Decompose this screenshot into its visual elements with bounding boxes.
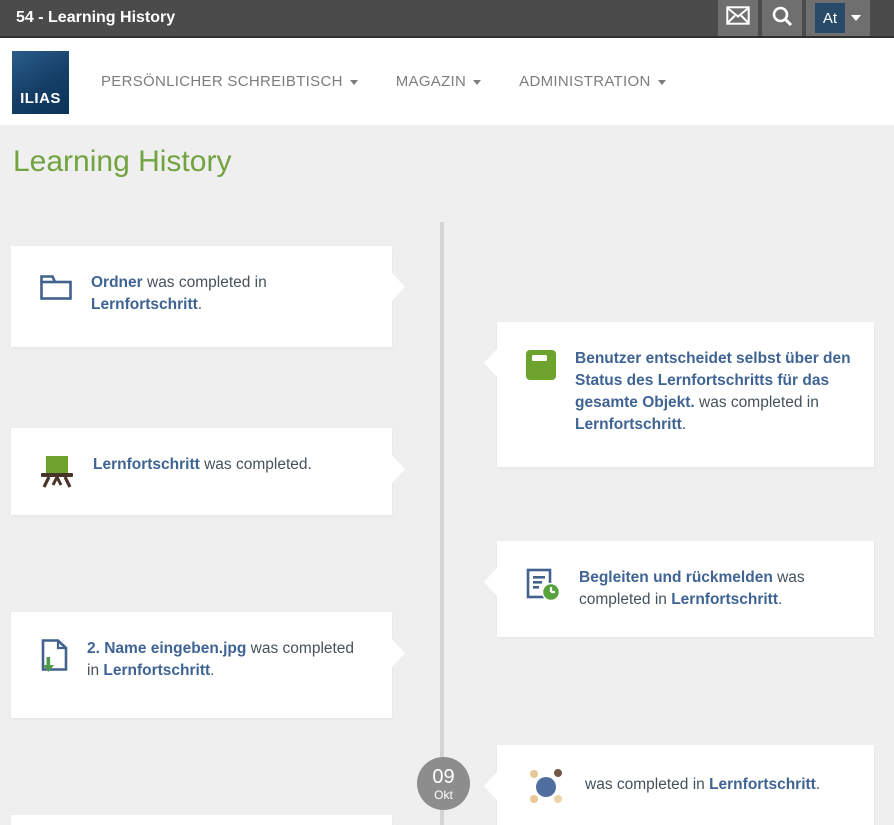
entry-text-suffix: . bbox=[682, 416, 686, 433]
timeline-entry: 2. Name eingeben.jpg was completed in Le… bbox=[11, 612, 392, 718]
chevron-down-icon bbox=[851, 15, 861, 21]
search-button[interactable] bbox=[762, 0, 802, 36]
learning-history-page: 54 - Learning History bbox=[0, 0, 894, 825]
nav-magazin[interactable]: MAGAZIN bbox=[396, 73, 481, 90]
user-menu-button[interactable]: At bbox=[806, 0, 870, 36]
entry-text: Lernfortschritt was completed. bbox=[93, 454, 312, 476]
search-icon bbox=[771, 5, 793, 32]
chevron-down-icon bbox=[350, 80, 358, 85]
container-link[interactable]: Lernfortschritt bbox=[671, 591, 778, 608]
object-link[interactable]: Begleiten und rückmelden bbox=[579, 569, 773, 586]
container-link[interactable]: Lernfortschritt bbox=[575, 416, 682, 433]
nav-administration[interactable]: ADMINISTRATION bbox=[519, 73, 665, 90]
timeline-entry: Begleiten und rückmelden was completed i… bbox=[497, 541, 874, 637]
group-icon bbox=[525, 766, 567, 813]
chevron-down-icon bbox=[473, 80, 481, 85]
date-day: 09 bbox=[432, 767, 454, 787]
container-link[interactable]: Lernfortschritt bbox=[709, 776, 816, 793]
content-area: Learning History Ordner was completed in… bbox=[0, 125, 894, 825]
entry-text-mid: was completed in bbox=[695, 394, 819, 411]
folder-icon bbox=[39, 273, 73, 306]
card-arrow bbox=[484, 772, 497, 800]
card-arrow bbox=[392, 273, 405, 301]
top-bar-actions: At bbox=[718, 0, 870, 36]
main-header: ILIAS PERSÖNLICHER SCHREIBTISCH MAGAZIN … bbox=[0, 38, 894, 125]
timeline-entry: Benutzer entscheidet selbst über den Sta… bbox=[497, 322, 874, 467]
course-icon bbox=[39, 455, 75, 494]
object-link[interactable]: Ordner bbox=[91, 274, 143, 291]
object-link[interactable]: Lernfortschritt bbox=[93, 456, 200, 473]
top-bar: 54 - Learning History bbox=[0, 0, 894, 38]
session-icon bbox=[525, 568, 561, 607]
mail-button[interactable] bbox=[718, 0, 758, 36]
file-icon bbox=[39, 639, 69, 680]
ilias-logo[interactable]: ILIAS bbox=[12, 51, 69, 114]
page-title: Learning History bbox=[13, 145, 231, 179]
card-arrow bbox=[392, 455, 405, 483]
mail-icon bbox=[726, 6, 750, 30]
card-arrow bbox=[484, 568, 497, 596]
user-avatar: At bbox=[815, 3, 845, 33]
nav-personal-desktop[interactable]: PERSÖNLICHER SCHREIBTISCH bbox=[101, 73, 358, 90]
timeline-entry: was completed in Lernfortschritt. bbox=[497, 745, 874, 825]
entry-text-suffix: . bbox=[198, 296, 202, 313]
entry-text-mid: was completed. bbox=[200, 456, 312, 473]
main-navigation: PERSÖNLICHER SCHREIBTISCH MAGAZIN ADMINI… bbox=[101, 38, 666, 125]
entry-text: Ordner was completed in Lernfortschritt. bbox=[91, 272, 370, 316]
entry-text-mid: was completed in bbox=[143, 274, 267, 291]
timeline-date-badge: 09 Okt bbox=[417, 757, 470, 810]
card-arrow bbox=[392, 639, 405, 667]
card-arrow bbox=[484, 349, 497, 377]
nav-label: PERSÖNLICHER SCHREIBTISCH bbox=[101, 73, 343, 90]
entry-text: 2. Name eingeben.jpg was completed in Le… bbox=[87, 638, 370, 682]
container-link[interactable]: Lernfortschritt bbox=[91, 296, 198, 313]
learning-module-icon bbox=[525, 349, 557, 386]
nav-label: MAGAZIN bbox=[396, 73, 466, 90]
timeline-entry bbox=[11, 815, 392, 825]
nav-label: ADMINISTRATION bbox=[519, 73, 650, 90]
entry-text: was completed in Lernfortschritt. bbox=[585, 774, 820, 796]
entry-text-suffix: . bbox=[816, 776, 820, 793]
timeline-entry: Ordner was completed in Lernfortschritt. bbox=[11, 246, 392, 347]
window-title: 54 - Learning History bbox=[16, 9, 175, 27]
chevron-down-icon bbox=[658, 80, 666, 85]
timeline-entry: Lernfortschritt was completed. bbox=[11, 428, 392, 515]
date-month: Okt bbox=[434, 789, 453, 801]
timeline-line bbox=[440, 222, 444, 825]
container-link[interactable]: Lernfortschritt bbox=[103, 662, 210, 679]
object-link[interactable]: 2. Name eingeben.jpg bbox=[87, 640, 246, 657]
entry-text-mid: was completed in bbox=[585, 776, 709, 793]
entry-text: Benutzer entscheidet selbst über den Sta… bbox=[575, 348, 852, 436]
entry-text-suffix: . bbox=[778, 591, 782, 608]
entry-text-suffix: . bbox=[210, 662, 214, 679]
entry-text: Begleiten und rückmelden was completed i… bbox=[579, 567, 852, 611]
